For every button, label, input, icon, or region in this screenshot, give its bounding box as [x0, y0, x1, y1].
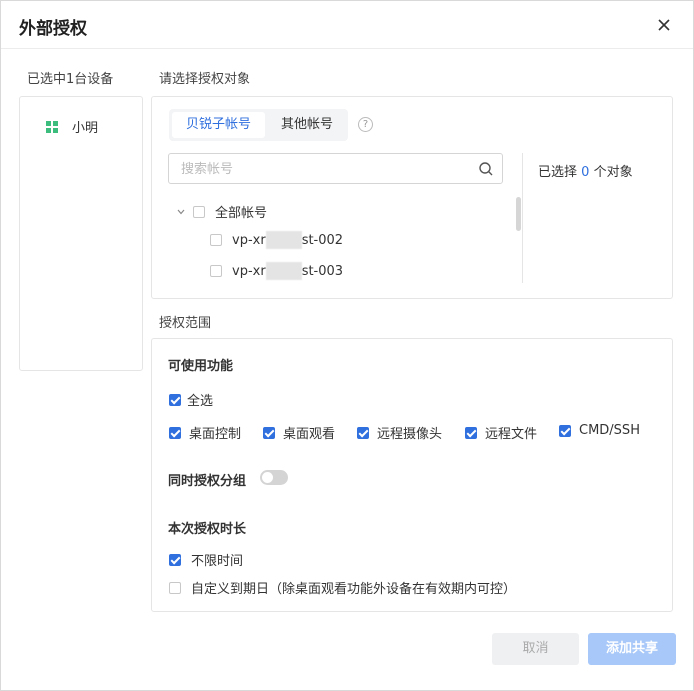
device-item[interactable]: 小明 [46, 117, 98, 136]
selected-devices-label: 已选中1台设备 [27, 72, 114, 87]
select-all-label: 全选 [187, 394, 214, 409]
tree-root-row[interactable]: 全部帐号 [176, 202, 267, 221]
feature-cmd-ssh[interactable]: CMD/SSH [559, 423, 640, 438]
account-name-prefix: vp-xr [232, 263, 266, 279]
account-tabs: 贝锐子帐号 其他帐号 [169, 109, 348, 141]
select-all-checkbox[interactable] [169, 393, 181, 406]
target-panel: 贝锐子帐号 其他帐号 ? 全部帐号 vp-xr st-002 vp-xr st-00… [151, 96, 673, 299]
select-all-option[interactable]: 全选 [169, 390, 213, 409]
tree-root-checkbox[interactable] [193, 205, 205, 218]
tree-child-row[interactable]: vp-xr st-002 [210, 231, 343, 249]
account-search-box [168, 153, 503, 184]
features-title: 可使用功能 [168, 359, 234, 374]
unlimited-time-checkbox[interactable] [169, 553, 181, 566]
feature-checkbox[interactable] [263, 426, 275, 439]
duration-title: 本次授权时长 [168, 522, 247, 537]
feature-label: 桌面观看 [283, 427, 336, 442]
external-authorization-dialog: 外部授权 已选中1台设备 小明 请选择授权对象 贝锐子帐号 其他帐号 ? 搜索帐… [0, 0, 694, 691]
feature-label: 远程摄像头 [377, 427, 443, 442]
group-auth-title: 同时授权分组 [168, 474, 247, 489]
redacted-text [265, 231, 302, 249]
feature-label: 桌面控制 [189, 427, 242, 442]
device-list-panel: 小明 [19, 96, 143, 371]
help-icon[interactable]: ? [358, 117, 373, 132]
feature-checkbox[interactable] [169, 426, 181, 439]
account-name-prefix: vp-xr [232, 232, 266, 248]
device-name: 小明 [72, 121, 99, 136]
selected-prefix: 已选择 [538, 165, 578, 180]
account-search-input[interactable] [179, 158, 473, 180]
chevron-down-icon[interactable] [176, 207, 186, 217]
selected-count-number: 0 [581, 165, 590, 180]
feature-checkbox[interactable] [559, 424, 571, 437]
target-label: 请选择授权对象 [159, 72, 251, 87]
feature-remote-file[interactable]: 远程文件 [465, 423, 537, 442]
group-auth-toggle[interactable] [260, 470, 288, 485]
cancel-button[interactable]: 取消 [492, 633, 579, 665]
dialog-header: 外部授权 [1, 1, 693, 49]
account-checkbox[interactable] [210, 265, 222, 277]
unlimited-time-option[interactable]: 不限时间 [169, 550, 243, 569]
panel-divider [522, 153, 523, 283]
tab-other-account[interactable]: 其他帐号 [269, 112, 345, 138]
feature-desktop-control[interactable]: 桌面控制 [169, 423, 241, 442]
dialog-title: 外部授权 [19, 19, 87, 39]
feature-checkbox[interactable] [357, 426, 369, 439]
feature-label: 远程文件 [485, 427, 538, 442]
windows-icon [46, 120, 58, 133]
custom-expiry-checkbox[interactable] [169, 581, 181, 594]
custom-expiry-label: 自定义到期日（除桌面观看功能外设备在有效期内可控） [191, 582, 517, 597]
tree-child-row[interactable]: vp-xr st-003 [210, 262, 343, 280]
close-icon[interactable] [654, 15, 674, 35]
add-share-button[interactable]: 添加共享 [588, 633, 676, 665]
selected-suffix: 个对象 [593, 165, 633, 180]
account-checkbox[interactable] [210, 234, 222, 246]
scope-panel: 可使用功能 全选 桌面控制 桌面观看 远程摄像头 远程文件 CMD/SSH 同时… [151, 338, 673, 612]
redacted-text [265, 262, 302, 280]
tree-root-label: 全部帐号 [215, 206, 268, 221]
custom-expiry-option[interactable]: 自定义到期日（除桌面观看功能外设备在有效期内可控） [169, 578, 516, 597]
unlimited-time-label: 不限时间 [191, 554, 244, 569]
tree-scrollbar[interactable] [516, 197, 521, 231]
feature-checkbox[interactable] [465, 426, 477, 439]
account-name-suffix: st-002 [301, 232, 344, 248]
selected-count-text: 已选择 0 个对象 [538, 161, 633, 180]
scope-label: 授权范围 [159, 316, 212, 331]
search-icon[interactable] [478, 161, 494, 177]
tab-beirui-sub-account[interactable]: 贝锐子帐号 [172, 112, 265, 138]
feature-desktop-view[interactable]: 桌面观看 [263, 423, 335, 442]
feature-remote-camera[interactable]: 远程摄像头 [357, 423, 442, 442]
feature-label: CMD/SSH [579, 423, 640, 438]
account-name-suffix: st-003 [301, 263, 344, 279]
